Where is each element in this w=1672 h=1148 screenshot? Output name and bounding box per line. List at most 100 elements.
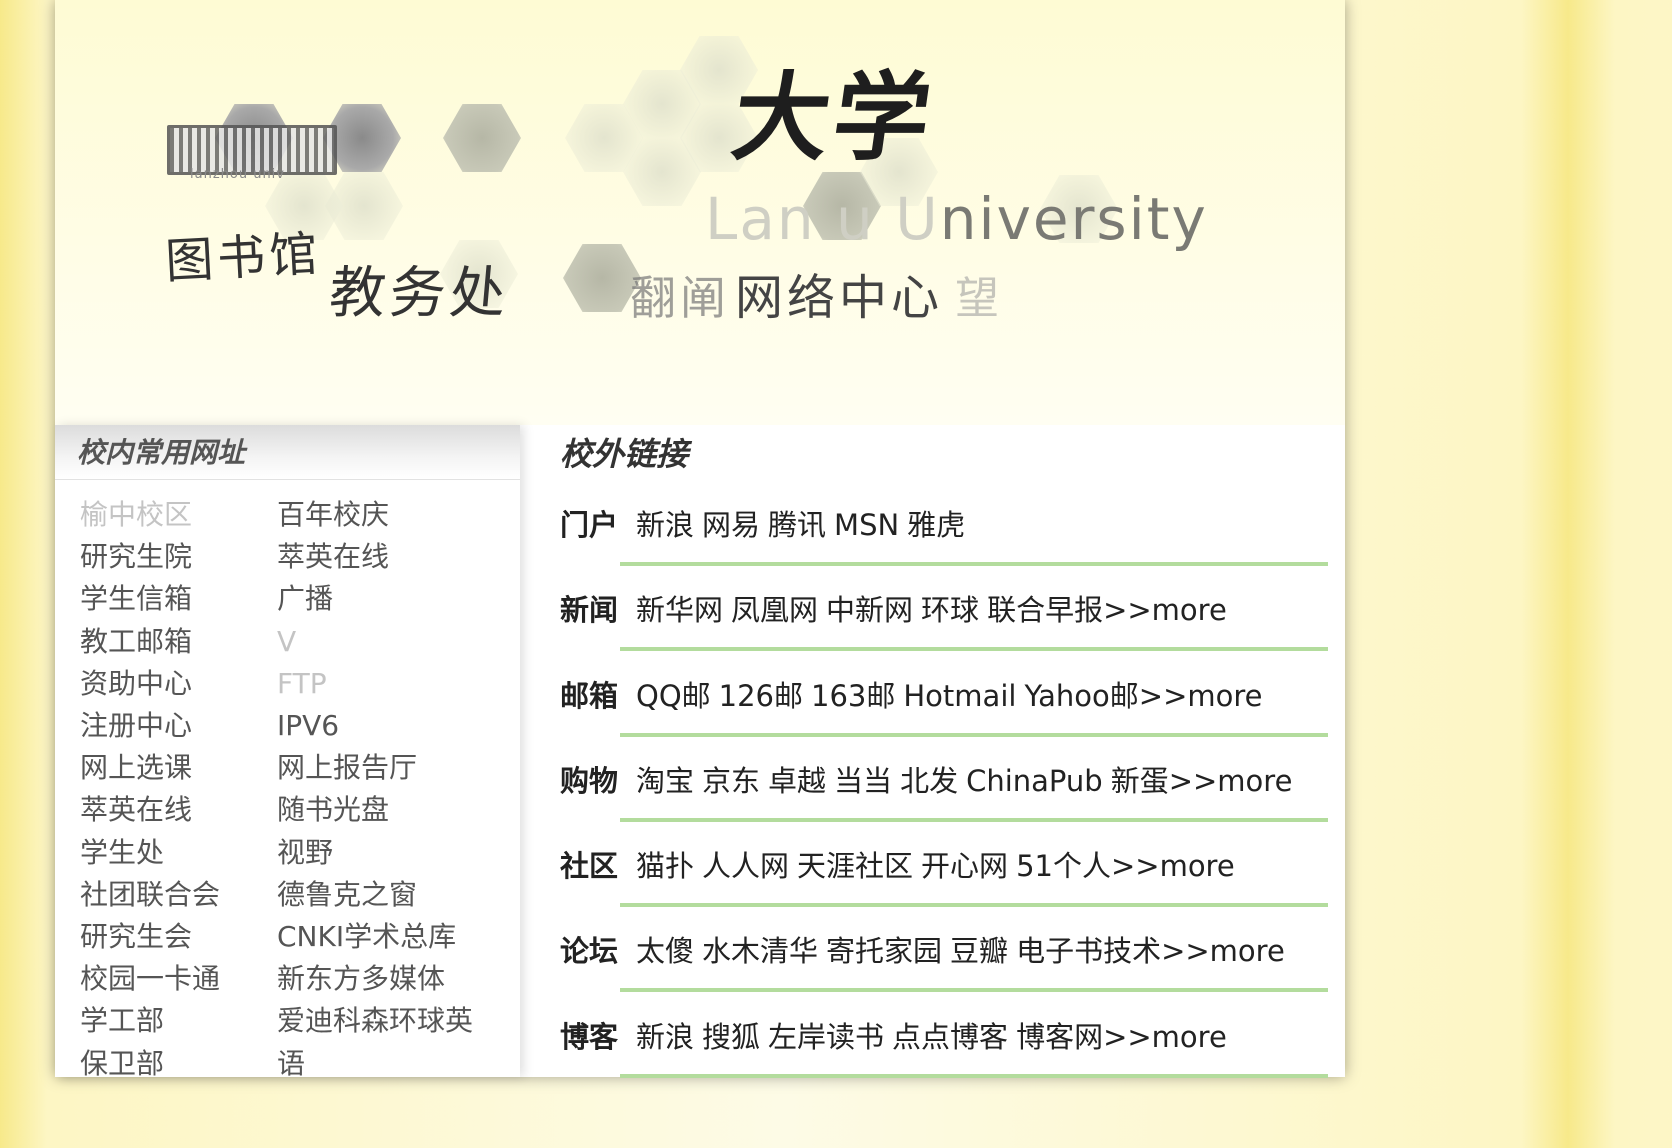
- building-caption: lanzhou univ: [190, 167, 285, 182]
- category-sites: 太傻 水木清华 寄托家园 豆瓣 电子书技术>>more: [636, 933, 1293, 969]
- category-divider: [620, 562, 1328, 566]
- external-site-link[interactable]: 163邮: [811, 679, 895, 713]
- campus-link[interactable]: 教工邮箱: [80, 621, 277, 663]
- link-category-row: 博客 新浪 搜狐 左岸读书 点点博客 博客网>>more: [560, 1019, 1345, 1104]
- external-site-link[interactable]: 新华网: [636, 593, 723, 627]
- external-links-list: 门户 新浪 网易 腾讯 MSN 雅虎 新闻 新华网 凤凰网 中新网 环球 联合早报>>more 邮箱 QQ…: [560, 507, 1345, 1104]
- external-site-link[interactable]: 新蛋: [1111, 764, 1169, 798]
- campus-links-panel: 校内常用网址 榆中校区 百年校庆 研究生院 萃英在线 学生信箱 广播 教工邮箱 V 资助中心 FT…: [55, 425, 520, 1080]
- campus-link[interactable]: 德鲁克之窗: [277, 874, 517, 916]
- external-site-link[interactable]: 联合早报: [987, 593, 1103, 627]
- external-site-link[interactable]: 中新网: [826, 593, 913, 627]
- category-divider: [620, 1073, 1328, 1078]
- campus-link[interactable]: 爱迪科森环球英: [277, 1000, 517, 1042]
- more-link[interactable]: >>more: [1103, 593, 1227, 627]
- external-site-link[interactable]: 当当: [834, 764, 892, 798]
- campus-link[interactable]: 学生处: [80, 832, 277, 874]
- external-site-link[interactable]: 淘宝: [636, 764, 694, 798]
- external-site-link[interactable]: 北发: [900, 764, 958, 798]
- category-label: 论坛: [560, 934, 619, 969]
- header-banner: lanzhou univ 大学 Lan u University 图书馆 教务处…: [55, 0, 1345, 425]
- external-site-link[interactable]: 卓越: [768, 764, 826, 798]
- external-links-title: 校外链接: [560, 435, 689, 473]
- campus-link[interactable]: 注册中心: [80, 705, 277, 747]
- campus-link[interactable]: 资助中心: [80, 663, 277, 705]
- external-site-link[interactable]: 搜狐: [702, 1020, 760, 1054]
- external-site-link[interactable]: 新浪: [636, 1020, 694, 1054]
- link-category-row: 购物 淘宝 京东 卓越 当当 北发 ChinaPub 新蛋>>more: [560, 763, 1345, 848]
- campus-link[interactable]: 新东方多媒体: [277, 958, 517, 1000]
- external-site-link[interactable]: 腾讯: [768, 508, 826, 542]
- campus-link[interactable]: IPV6: [277, 705, 517, 747]
- campus-links-title: 校内常用网址: [55, 425, 520, 480]
- external-site-link[interactable]: 猫扑: [636, 849, 694, 883]
- category-sites: 新浪 搜狐 左岸读书 点点博客 博客网>>more: [636, 1019, 1235, 1055]
- campus-link[interactable]: 学生信箱: [80, 578, 277, 620]
- external-site-link[interactable]: 太傻: [636, 934, 694, 968]
- academic-affairs-banner-link[interactable]: 教务处: [326, 248, 513, 329]
- campus-link[interactable]: 社团联合会: [80, 874, 277, 916]
- campus-link[interactable]: 保卫部: [80, 1043, 277, 1085]
- category-label: 博客: [560, 1019, 619, 1054]
- external-site-link[interactable]: 雅虎: [907, 508, 965, 542]
- more-link[interactable]: >>more: [1111, 849, 1235, 883]
- banner-link-faded[interactable]: 翻阐: [630, 262, 730, 328]
- more-link[interactable]: >>more: [1103, 1020, 1227, 1054]
- link-category-row: 论坛 太傻 水木清华 寄托家园 豆瓣 电子书技术>>more: [560, 933, 1345, 1018]
- campus-link[interactable]: 萃英在线: [80, 789, 277, 831]
- external-site-link[interactable]: 电子书技术: [1016, 934, 1161, 968]
- external-site-link[interactable]: 人人网: [702, 849, 789, 883]
- campus-link[interactable]: 萃英在线: [277, 536, 517, 578]
- external-site-link[interactable]: 新浪: [636, 508, 694, 542]
- category-sites: QQ邮 126邮 163邮 Hotmail Yahoo邮>>more: [636, 678, 1271, 714]
- external-site-link[interactable]: 开心网: [921, 849, 1008, 883]
- category-sites: 猫扑 人人网 天涯社区 开心网 51个人>>more: [636, 848, 1243, 884]
- campus-link[interactable]: 校园一卡通: [80, 958, 277, 1000]
- campus-links-grid: 榆中校区 百年校庆 研究生院 萃英在线 学生信箱 广播 教工邮箱 V 资助中心 FTP 注册中心 IP…: [55, 480, 520, 1085]
- campus-link[interactable]: 网上选课: [80, 747, 277, 789]
- external-site-link[interactable]: 51个人: [1016, 849, 1111, 883]
- campus-link[interactable]: 视野: [277, 832, 517, 874]
- campus-link[interactable]: 研究生院: [80, 536, 277, 578]
- category-label: 购物: [560, 763, 619, 798]
- external-site-link[interactable]: 环球: [921, 593, 979, 627]
- category-divider: [620, 988, 1328, 993]
- external-site-link[interactable]: Hotmail: [903, 679, 1016, 713]
- external-site-link[interactable]: 京东: [702, 764, 760, 798]
- campus-link[interactable]: 研究生会: [80, 916, 277, 958]
- external-site-link[interactable]: Yahoo邮: [1024, 679, 1138, 713]
- more-link[interactable]: >>more: [1139, 679, 1263, 713]
- external-site-link[interactable]: 网易: [702, 508, 760, 542]
- category-divider: [620, 817, 1328, 822]
- library-banner-link[interactable]: 图书馆: [163, 214, 323, 292]
- campus-link[interactable]: FTP: [277, 663, 517, 705]
- external-site-link[interactable]: 126邮: [719, 679, 803, 713]
- external-site-link[interactable]: 博客网: [1016, 1020, 1103, 1054]
- more-link[interactable]: >>more: [1161, 934, 1285, 968]
- network-center-banner-link[interactable]: 网络中心: [735, 258, 943, 328]
- external-site-link[interactable]: MSN: [834, 508, 899, 542]
- campus-link[interactable]: 榆中校区: [80, 494, 277, 536]
- external-site-link[interactable]: 点点博客: [892, 1020, 1008, 1054]
- external-site-link[interactable]: 水木清华: [702, 934, 818, 968]
- link-category-row: 门户 新浪 网易 腾讯 MSN 雅虎: [560, 507, 1345, 592]
- campus-link[interactable]: 百年校庆: [277, 494, 517, 536]
- campus-link[interactable]: 随书光盘: [277, 789, 517, 831]
- external-site-link[interactable]: 左岸读书: [768, 1020, 884, 1054]
- external-site-link[interactable]: ChinaPub: [966, 764, 1103, 798]
- english-name-visible: niversity: [939, 185, 1208, 253]
- campus-link[interactable]: 广播: [277, 578, 517, 620]
- campus-link[interactable]: CNKI学术总库: [277, 916, 517, 958]
- external-site-link[interactable]: 寄托家园: [826, 934, 942, 968]
- external-site-link[interactable]: 豆瓣: [950, 934, 1008, 968]
- campus-link[interactable]: V: [277, 621, 517, 663]
- campus-link[interactable]: 学工部: [80, 1000, 277, 1042]
- external-site-link[interactable]: QQ邮: [636, 679, 711, 713]
- more-link[interactable]: >>more: [1169, 764, 1293, 798]
- campus-link[interactable]: 语: [277, 1043, 517, 1085]
- banner-link-faded[interactable]: 望: [955, 262, 1003, 326]
- external-site-link[interactable]: 天涯社区: [797, 849, 913, 883]
- campus-link[interactable]: 网上报告厅: [277, 747, 517, 789]
- external-site-link[interactable]: 凤凰网: [731, 593, 818, 627]
- category-sites: 新华网 凤凰网 中新网 环球 联合早报>>more: [636, 592, 1235, 628]
